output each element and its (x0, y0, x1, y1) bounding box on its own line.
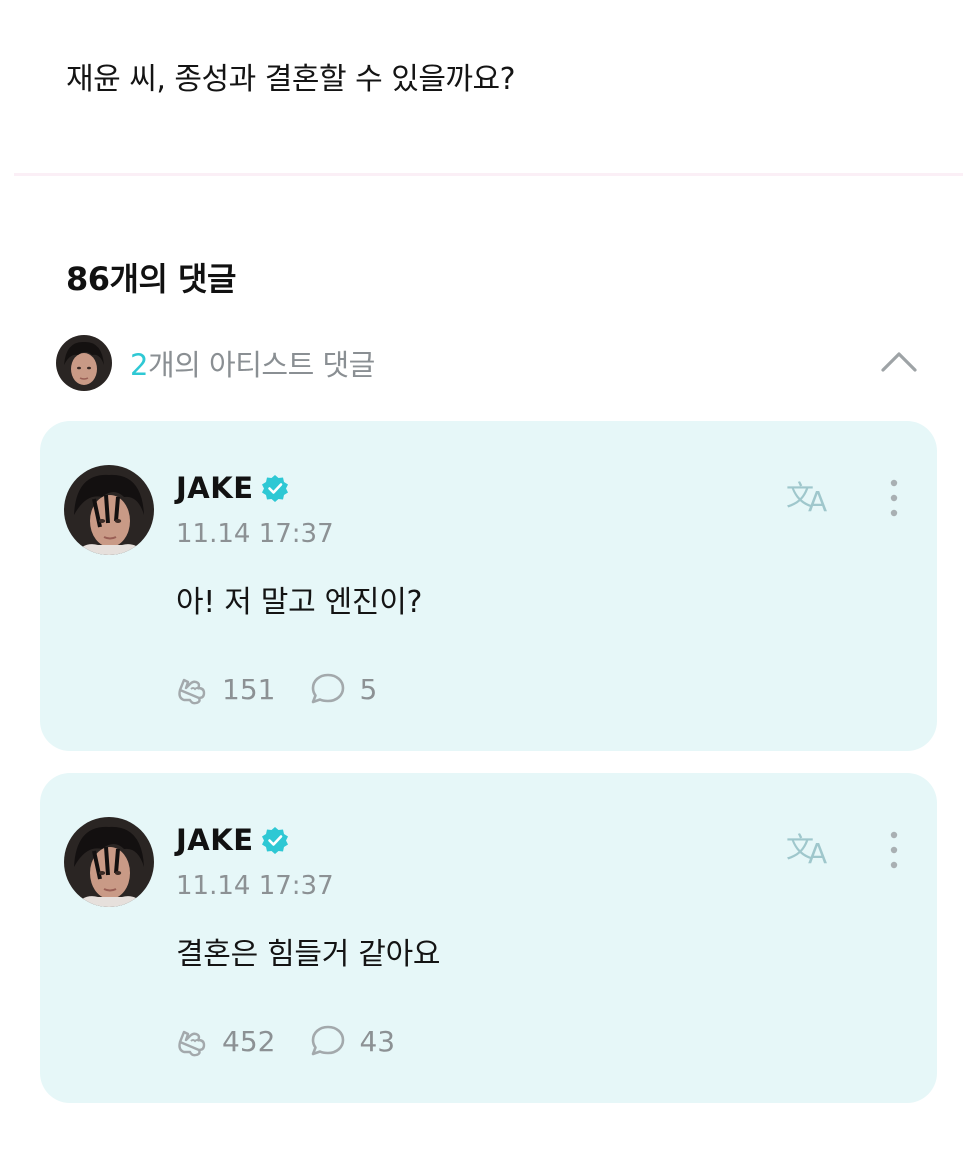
heart-hands-icon (174, 672, 210, 706)
artist-comment-card: JAKE 11.14 17:37 아! 저 말고 엔진이? 文 A 151 5 (40, 421, 937, 751)
like-count: 452 (222, 1024, 276, 1058)
reply-count: 5 (359, 672, 378, 706)
speech-bubble-icon (309, 1023, 347, 1059)
avatar[interactable] (64, 465, 154, 555)
artist-avatar (56, 335, 112, 391)
translate-icon[interactable]: 文 A (784, 473, 838, 517)
comment-stats: 452 43 (174, 1023, 395, 1059)
artist-comments-text: 개의 아티스트 댓글 (147, 348, 375, 382)
post-title: 재윤 씨, 종성과 결혼할 수 있을까요? (66, 62, 516, 97)
avatar[interactable] (64, 817, 154, 907)
chevron-up-icon[interactable] (877, 342, 921, 382)
comment-text: 아! 저 말고 엔진이? (176, 585, 423, 620)
artist-comments-toggle[interactable]: 2개의 아티스트 댓글 (56, 334, 921, 392)
reply-count: 43 (359, 1024, 396, 1058)
comment-timestamp: 11.14 17:37 (176, 871, 334, 901)
artist-comment-card: JAKE 11.14 17:37 결혼은 힘들거 같아요 文 A 452 43 (40, 773, 937, 1103)
like-button[interactable]: 452 (174, 1024, 275, 1058)
comment-count-heading: 86개의 댓글 (66, 260, 236, 298)
like-count: 151 (222, 672, 276, 706)
svg-text:A: A (808, 837, 827, 869)
author-name[interactable]: JAKE (176, 823, 254, 857)
comment-timestamp: 11.14 17:37 (176, 519, 334, 549)
verified-badge-icon (260, 473, 290, 503)
speech-bubble-icon (309, 671, 347, 707)
reply-button[interactable]: 43 (309, 1023, 395, 1059)
author-name[interactable]: JAKE (176, 471, 254, 505)
comment-stats: 151 5 (174, 671, 377, 707)
comment-author: JAKE (176, 823, 290, 857)
reply-button[interactable]: 5 (309, 671, 377, 707)
svg-text:A: A (808, 485, 827, 517)
heart-hands-icon (174, 1024, 210, 1058)
translate-icon[interactable]: 文 A (784, 825, 838, 869)
artist-comments-count: 2 (130, 348, 148, 382)
section-divider (14, 173, 963, 176)
comment-text: 결혼은 힘들거 같아요 (176, 937, 441, 972)
more-vertical-icon[interactable] (882, 477, 906, 521)
like-button[interactable]: 151 (174, 672, 275, 706)
comment-author: JAKE (176, 471, 290, 505)
verified-badge-icon (260, 825, 290, 855)
artist-comments-label: 2개의 아티스트 댓글 (130, 342, 375, 384)
more-vertical-icon[interactable] (882, 829, 906, 873)
